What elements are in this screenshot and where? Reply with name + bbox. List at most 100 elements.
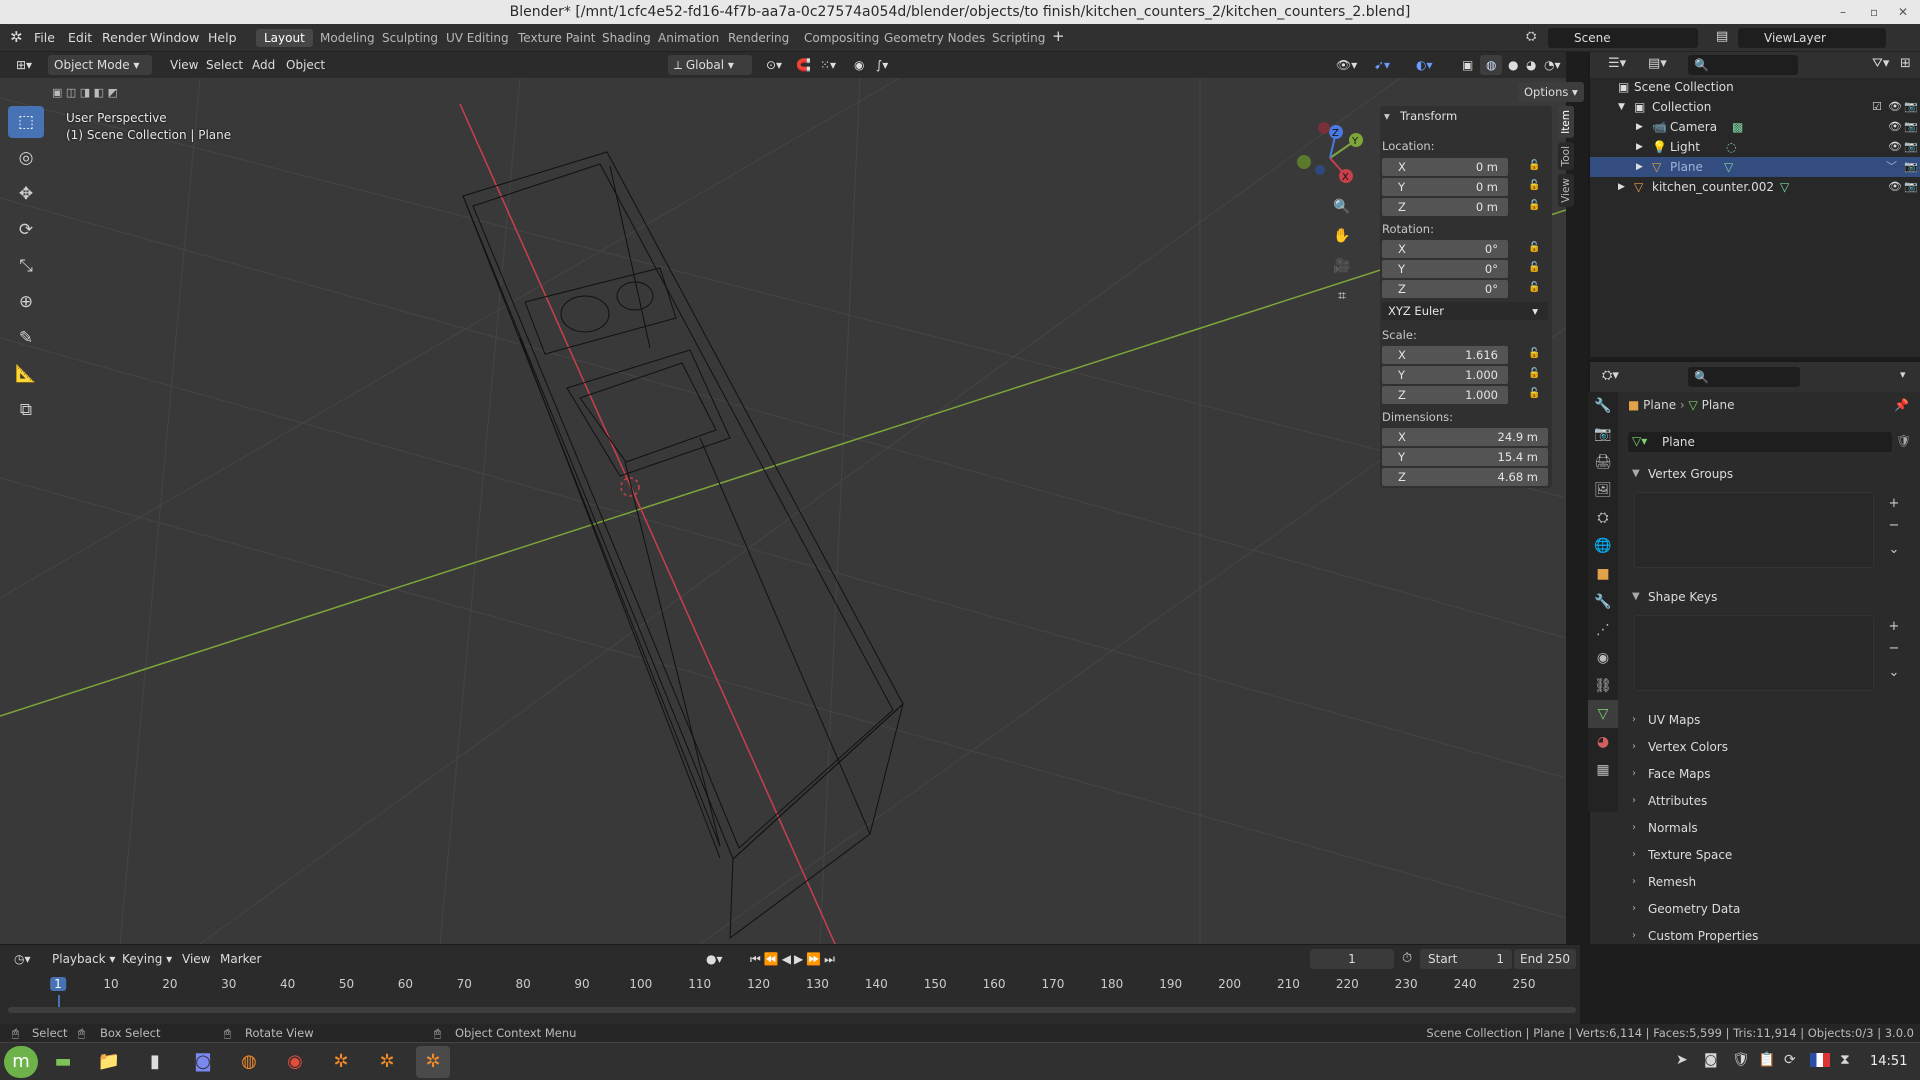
measure-tool-icon[interactable]: 📐	[8, 358, 44, 390]
viewport-menu-add[interactable]: Add	[246, 55, 281, 75]
viewport-menu-select[interactable]: Select	[200, 55, 249, 75]
discord-icon[interactable]: ◙	[186, 1046, 220, 1078]
clock[interactable]: 14:51	[1870, 1054, 1907, 1069]
section-uv-maps[interactable]: › UV Maps	[1628, 708, 1910, 732]
outliner-row-plane[interactable]: ▶ ▽ Plane ▽ ﹀ 📷	[1590, 157, 1920, 177]
mesh-name-field[interactable]: Plane	[1628, 432, 1892, 452]
viewport-menu-object[interactable]: Object	[280, 55, 331, 75]
menu-window[interactable]: Window	[150, 30, 199, 45]
render-tab-icon[interactable]: 📷	[1588, 420, 1618, 448]
display-mode-icon[interactable]: ▤▾	[1648, 56, 1667, 71]
terminal-icon[interactable]: ▮	[138, 1046, 172, 1078]
shield-tray-icon[interactable]: 🛡	[1732, 1052, 1750, 1068]
eye-icon[interactable]: 👁	[1888, 117, 1902, 137]
vertex-groups-list[interactable]	[1634, 492, 1874, 568]
tab-workspace-compositing[interactable]: Compositing	[796, 29, 887, 47]
remove-shape-key-icon[interactable]: −	[1884, 639, 1904, 659]
camera-render-icon[interactable]: 📷	[1904, 177, 1918, 197]
fake-user-shield-icon[interactable]: 🛡	[1896, 434, 1911, 448]
lock-icon[interactable]: 🔓	[1528, 160, 1540, 171]
snap-icon[interactable]: 🧲	[790, 55, 817, 75]
section-vertex-groups[interactable]: ▼ Vertex Groups	[1628, 462, 1910, 486]
menu-render[interactable]: Render	[102, 30, 147, 45]
wireframe-shading-icon[interactable]: ◍	[1480, 55, 1503, 75]
rotation-y-field[interactable]: Y 0°	[1382, 260, 1508, 278]
vertex-group-menu-chevron-icon[interactable]: ⌄	[1884, 540, 1904, 560]
close-icon[interactable]: ✕	[1898, 0, 1908, 24]
timeline-scrollbar[interactable]	[8, 1007, 1576, 1013]
lock-icon[interactable]: 🔓	[1528, 282, 1540, 293]
blender-app-icon[interactable]: ✲	[370, 1046, 404, 1078]
dimensions-z-field[interactable]: Z 4.68 m	[1382, 468, 1548, 486]
frame-ruler[interactable]: 1 10 20 30 40 50 60 70 80 90 100 110 120 130 140 150 160…	[0, 945, 1580, 1025]
rendered-shading-icon[interactable]: ◔▾	[1538, 55, 1567, 75]
camera-data-icon[interactable]: ▩	[1732, 117, 1743, 137]
dimensions-y-field[interactable]: Y 15.4 m	[1382, 448, 1548, 466]
rotation-x-field[interactable]: X 0°	[1382, 240, 1508, 258]
editor-type-icon[interactable]: ⛭▾	[1602, 368, 1619, 383]
pin-icon[interactable]: 📌	[1894, 398, 1909, 412]
move-tool-icon[interactable]: ✥	[8, 178, 44, 210]
cursor-tool-icon[interactable]: ◎	[8, 142, 44, 174]
shape-keys-list[interactable]	[1634, 615, 1874, 691]
scene-icon[interactable]: ⛭	[1526, 29, 1536, 44]
camera-render-icon[interactable]: 📷	[1904, 157, 1918, 177]
telegram-tray-icon[interactable]: ➤	[1676, 1052, 1688, 1068]
add-vertex-group-icon[interactable]: +	[1884, 494, 1904, 514]
lock-icon[interactable]: 🔓	[1528, 368, 1540, 379]
editor-type-icon[interactable]: ☰▾	[1608, 56, 1626, 71]
filter-icon[interactable]: ⛛▾	[1872, 56, 1889, 71]
snap-target-icon[interactable]: ⁙▾	[814, 55, 842, 75]
outliner-row-kitchen-counter[interactable]: ▶ ▽ kitchen_counter.002 ▽ 👁 📷	[1590, 177, 1920, 197]
tab-workspace-scripting[interactable]: Scripting	[984, 29, 1053, 47]
mesh-data-icon[interactable]: ▽	[1780, 177, 1789, 197]
pan-hand-icon[interactable]: ✋	[1330, 224, 1354, 248]
location-x-field[interactable]: X 0 m	[1382, 158, 1508, 176]
blender-app-active-icon[interactable]: ✲	[416, 1046, 450, 1078]
modifier-tab-icon[interactable]: 🔧	[1588, 588, 1618, 616]
show-desktop-icon[interactable]: ▬	[46, 1046, 80, 1078]
location-y-field[interactable]: Y 0 m	[1382, 178, 1508, 196]
network-tray-icon[interactable]: ⧗	[1840, 1052, 1850, 1068]
visibility-icon[interactable]: 👁▾	[1330, 55, 1363, 75]
tab-tool[interactable]: Tool	[1558, 141, 1574, 171]
camera-render-icon[interactable]: 📷	[1904, 137, 1918, 157]
mesh-data-icon[interactable]: ▽	[1724, 157, 1733, 177]
particles-tab-icon[interactable]: ⋰	[1588, 616, 1618, 644]
properties-search-input[interactable]: 🔍	[1688, 367, 1800, 387]
new-collection-icon[interactable]: ⊞	[1900, 56, 1911, 71]
outliner-row-scene-collection[interactable]: ▣ Scene Collection	[1590, 77, 1920, 97]
scene-tab-icon[interactable]: ⛭	[1588, 504, 1618, 532]
tab-workspace-uv-editing[interactable]: UV Editing	[438, 29, 517, 47]
firefox-icon[interactable]: ◍	[232, 1046, 266, 1078]
tab-workspace-modeling[interactable]: Modeling	[312, 29, 383, 47]
section-shape-keys[interactable]: ▼ Shape Keys	[1628, 585, 1910, 609]
physics-tab-icon[interactable]: ◉	[1588, 644, 1618, 672]
shape-key-menu-chevron-icon[interactable]: ⌄	[1884, 663, 1904, 683]
tab-workspace-animation[interactable]: Animation	[650, 29, 727, 47]
tab-workspace-sculpting[interactable]: Sculpting	[374, 29, 446, 47]
chrome-icon[interactable]: ◉	[278, 1046, 312, 1078]
viewlayer-icon[interactable]: ▤	[1716, 29, 1728, 44]
navigation-gizmo[interactable]: Y X Z	[1290, 118, 1370, 198]
rotate-tool-icon[interactable]: ⟳	[8, 214, 44, 246]
minimize-icon[interactable]: –	[1840, 0, 1846, 24]
collapse-chevron-icon[interactable]: ▾	[1384, 109, 1390, 123]
constraints-tab-icon[interactable]: ⛓	[1588, 672, 1618, 700]
section-custom-properties[interactable]: › Custom Properties	[1628, 924, 1910, 948]
rotation-z-field[interactable]: Z 0°	[1382, 280, 1508, 298]
mesh-data-tab-icon[interactable]: ▽	[1588, 700, 1618, 728]
output-tab-icon[interactable]: 🖨	[1588, 448, 1618, 476]
world-tab-icon[interactable]: 🌐	[1588, 532, 1618, 560]
outliner-row-light[interactable]: ▶ 💡 Light ◌ 👁 📷	[1590, 137, 1920, 157]
menu-edit[interactable]: Edit	[68, 30, 92, 45]
object-mode-dropdown[interactable]: Object Mode ▾	[48, 55, 152, 75]
update-tray-icon[interactable]: ⟳	[1784, 1052, 1796, 1068]
clipboard-tray-icon[interactable]: 📋	[1758, 1052, 1775, 1068]
viewlayer-selector[interactable]: ViewLayer	[1738, 28, 1886, 48]
eye-icon[interactable]: 👁	[1888, 177, 1902, 197]
tab-workspace-texture-paint[interactable]: Texture Paint	[510, 29, 603, 47]
zoom-icon[interactable]: 🔍	[1330, 195, 1354, 219]
tab-workspace-geometry-nodes[interactable]: Geometry Nodes	[876, 29, 993, 47]
maximize-icon[interactable]: ▫	[1870, 0, 1878, 24]
